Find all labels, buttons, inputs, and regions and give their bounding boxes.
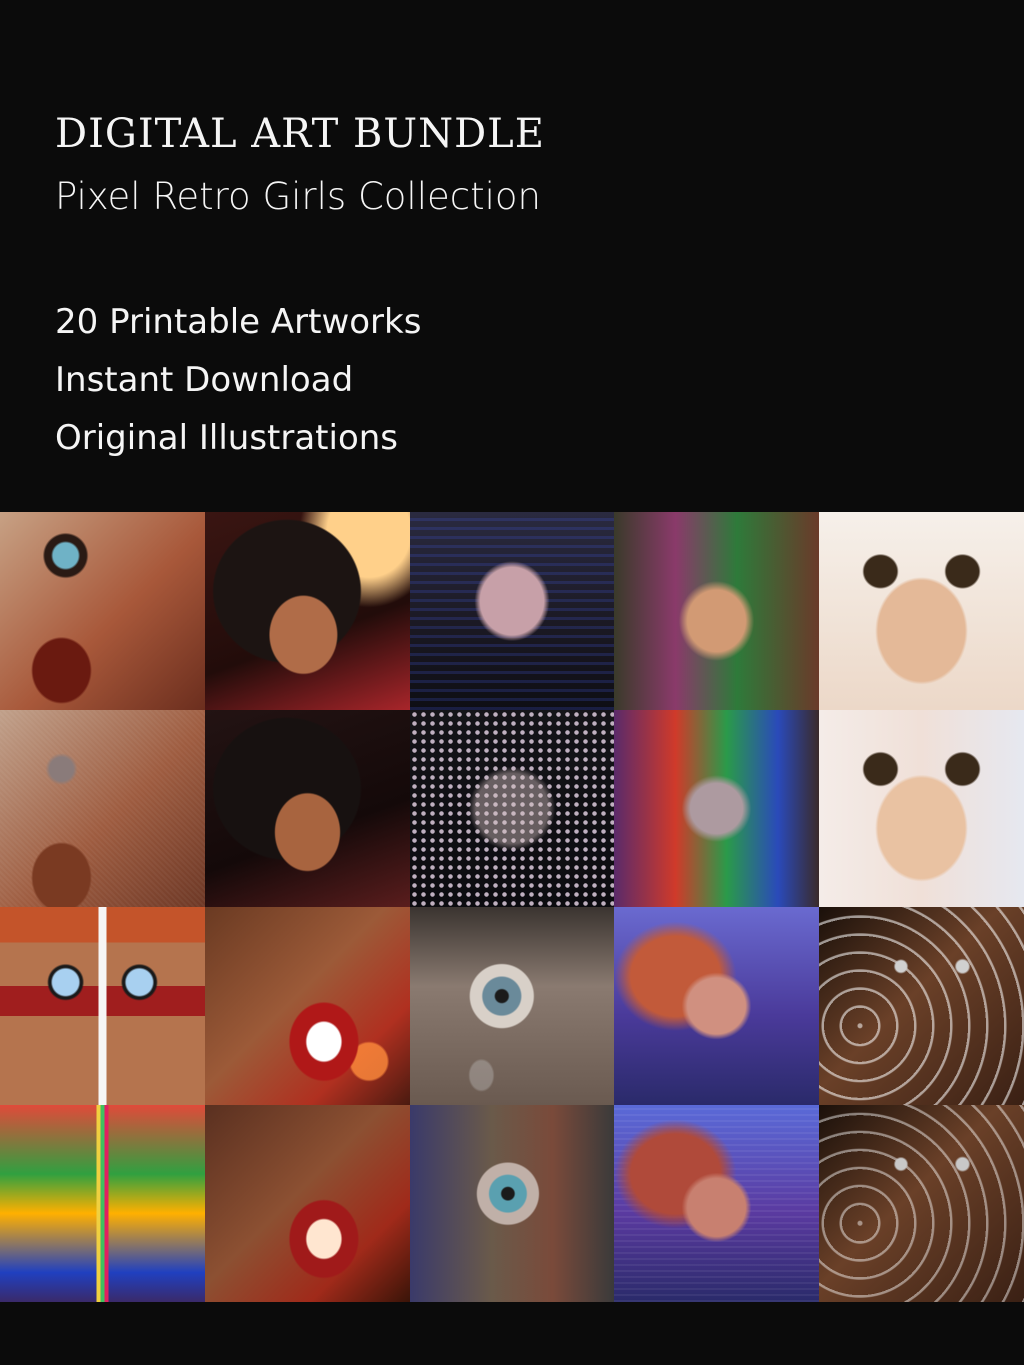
feature-item: Instant Download [55,360,354,400]
artwork-thumbnail [0,512,205,710]
artwork-grid [0,512,1024,1302]
artwork-thumbnail [0,1104,205,1302]
artwork-thumbnail [819,709,1024,907]
artwork-thumbnail [819,1104,1024,1302]
artwork-thumbnail [0,709,205,907]
feature-item: 20 Printable Artworks [55,302,422,342]
artwork-thumbnail [614,907,820,1105]
artwork-thumbnail [614,1104,820,1302]
artwork-thumbnail [614,512,820,710]
artwork-thumbnail [409,709,615,907]
header: DIGITAL ART BUNDLE Pixel Retro Girls Col… [0,0,1024,512]
artwork-thumbnail [409,1104,615,1302]
artwork-thumbnail [204,1104,410,1302]
artwork-thumbnail [0,907,205,1105]
artwork-thumbnail [614,709,820,907]
page-subtitle: Pixel Retro Girls Collection [55,175,541,218]
artwork-thumbnail [409,512,615,710]
artwork-thumbnail [204,709,410,907]
feature-list: 20 Printable Artworks Instant Download O… [55,293,421,467]
feature-item: Original Illustrations [55,418,399,458]
artwork-thumbnail [819,907,1024,1105]
page-title: DIGITAL ART BUNDLE [55,111,545,157]
artwork-thumbnail [204,907,410,1105]
footer-band [0,1302,1024,1365]
artwork-thumbnail [204,512,410,710]
artwork-thumbnail [409,907,615,1105]
artwork-thumbnail [819,512,1024,710]
